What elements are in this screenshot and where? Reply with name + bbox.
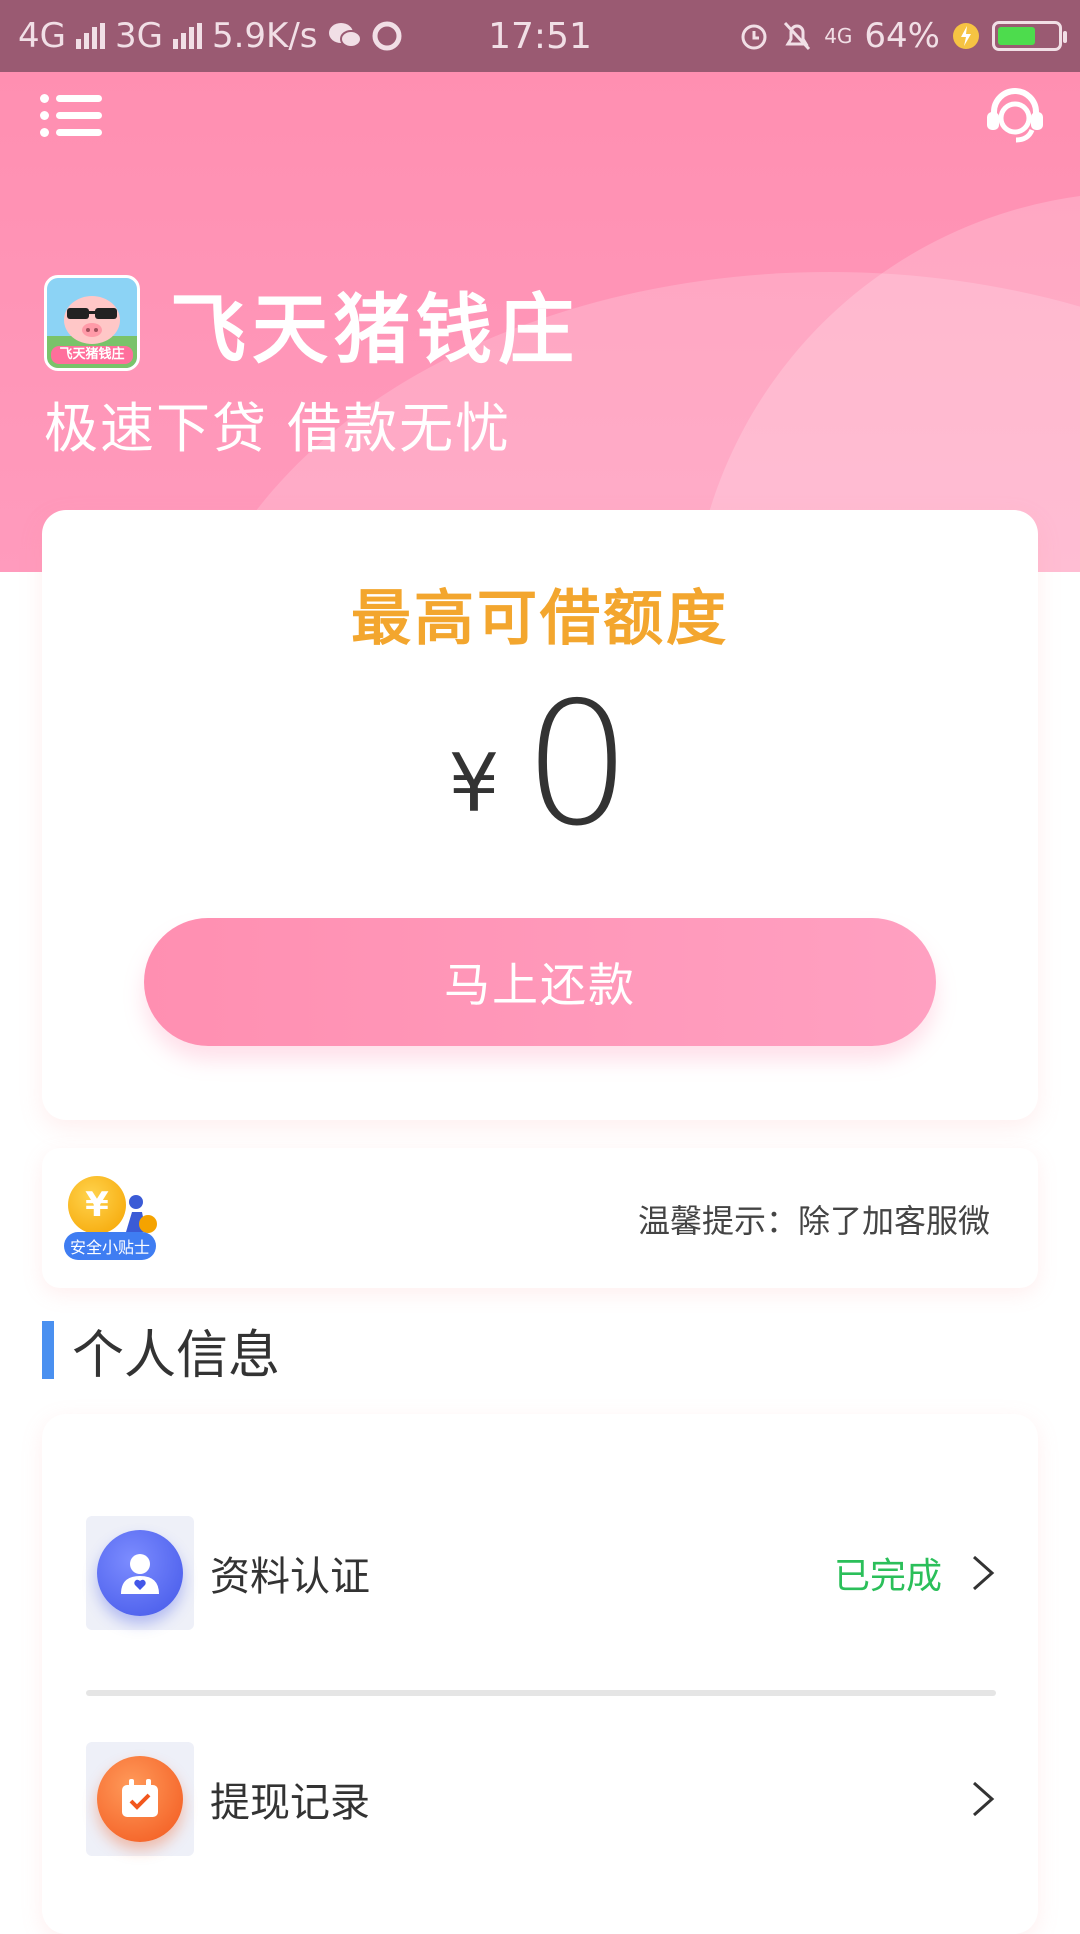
mute-icon (784, 21, 811, 51)
network-type-3: 4G (824, 24, 853, 48)
icon-tile (86, 1516, 194, 1630)
list-item-withdraw-records[interactable]: 提现记录 (86, 1740, 996, 1858)
section-title: 个人信息 (42, 1320, 280, 1386)
currency-symbol: ¥ (448, 737, 500, 830)
customer-service-icon[interactable] (984, 84, 1046, 146)
safety-tips-bar[interactable]: ¥ 安全小贴士 温馨提示：除了加客服微 (42, 1148, 1038, 1288)
tips-marquee-text: 温馨提示：除了加客服微 (638, 1202, 991, 1240)
section-title-text: 个人信息 (72, 1325, 281, 1386)
status-badge: 已完成 (833, 1556, 942, 1597)
network-speed: 5.9K/s (211, 16, 318, 56)
badge-label: 安全小贴士 (64, 1232, 156, 1260)
status-bar: 4G 3G 5.9K/s 17:51 4G 64% (0, 0, 1080, 72)
limit-title: 最高可借额度 (351, 584, 729, 654)
list-item-verification[interactable]: 资料认证 已完成 (86, 1514, 996, 1632)
brand-name: 飞天猪钱庄 (170, 285, 580, 374)
calendar-check-icon (122, 1779, 158, 1817)
divider (86, 1690, 996, 1696)
qq-icon (372, 21, 402, 51)
personal-info-card: 资料认证 已完成 提现记录 (42, 1414, 1038, 1934)
logo-text: 飞天猪钱庄 (59, 347, 125, 362)
network-type-1: 4G (18, 16, 66, 56)
list-item-label: 资料认证 (210, 1554, 370, 1600)
battery-percent: 64% (864, 16, 940, 56)
user-verify-icon (121, 1554, 159, 1594)
repay-now-button[interactable]: 马上还款 (144, 918, 936, 1046)
signal-icon-2 (172, 23, 202, 49)
network-type-2: 3G (114, 16, 163, 56)
slogan: 极速下贷 借款无忧 (44, 397, 512, 460)
amount-value: 0 (523, 666, 632, 864)
battery-icon (992, 21, 1067, 51)
signal-icon (75, 23, 105, 49)
app-logo: 飞天猪钱庄 (44, 275, 140, 371)
limit-amount: ¥ 0 (42, 680, 1038, 850)
safety-tips-badge: ¥ 安全小贴士 (64, 1176, 160, 1262)
clock: 17:51 (488, 15, 592, 57)
menu-icon[interactable] (40, 90, 102, 140)
icon-tile-2 (86, 1742, 194, 1856)
section-accent-bar (42, 1321, 54, 1379)
wechat-icon (328, 23, 362, 48)
charging-icon (953, 23, 979, 49)
list-item-label-2: 提现记录 (210, 1780, 370, 1826)
chevron-right-icon-2 (973, 1781, 995, 1817)
alarm-icon (741, 24, 767, 50)
header-banner: 飞天猪钱庄 飞天猪钱庄 极速下贷 借款无忧 (0, 72, 1080, 572)
chevron-right-icon (973, 1555, 995, 1591)
credit-limit-card: 最高可借额度 ¥ 0 马上还款 (42, 510, 1038, 1120)
person-icon (126, 1195, 157, 1233)
